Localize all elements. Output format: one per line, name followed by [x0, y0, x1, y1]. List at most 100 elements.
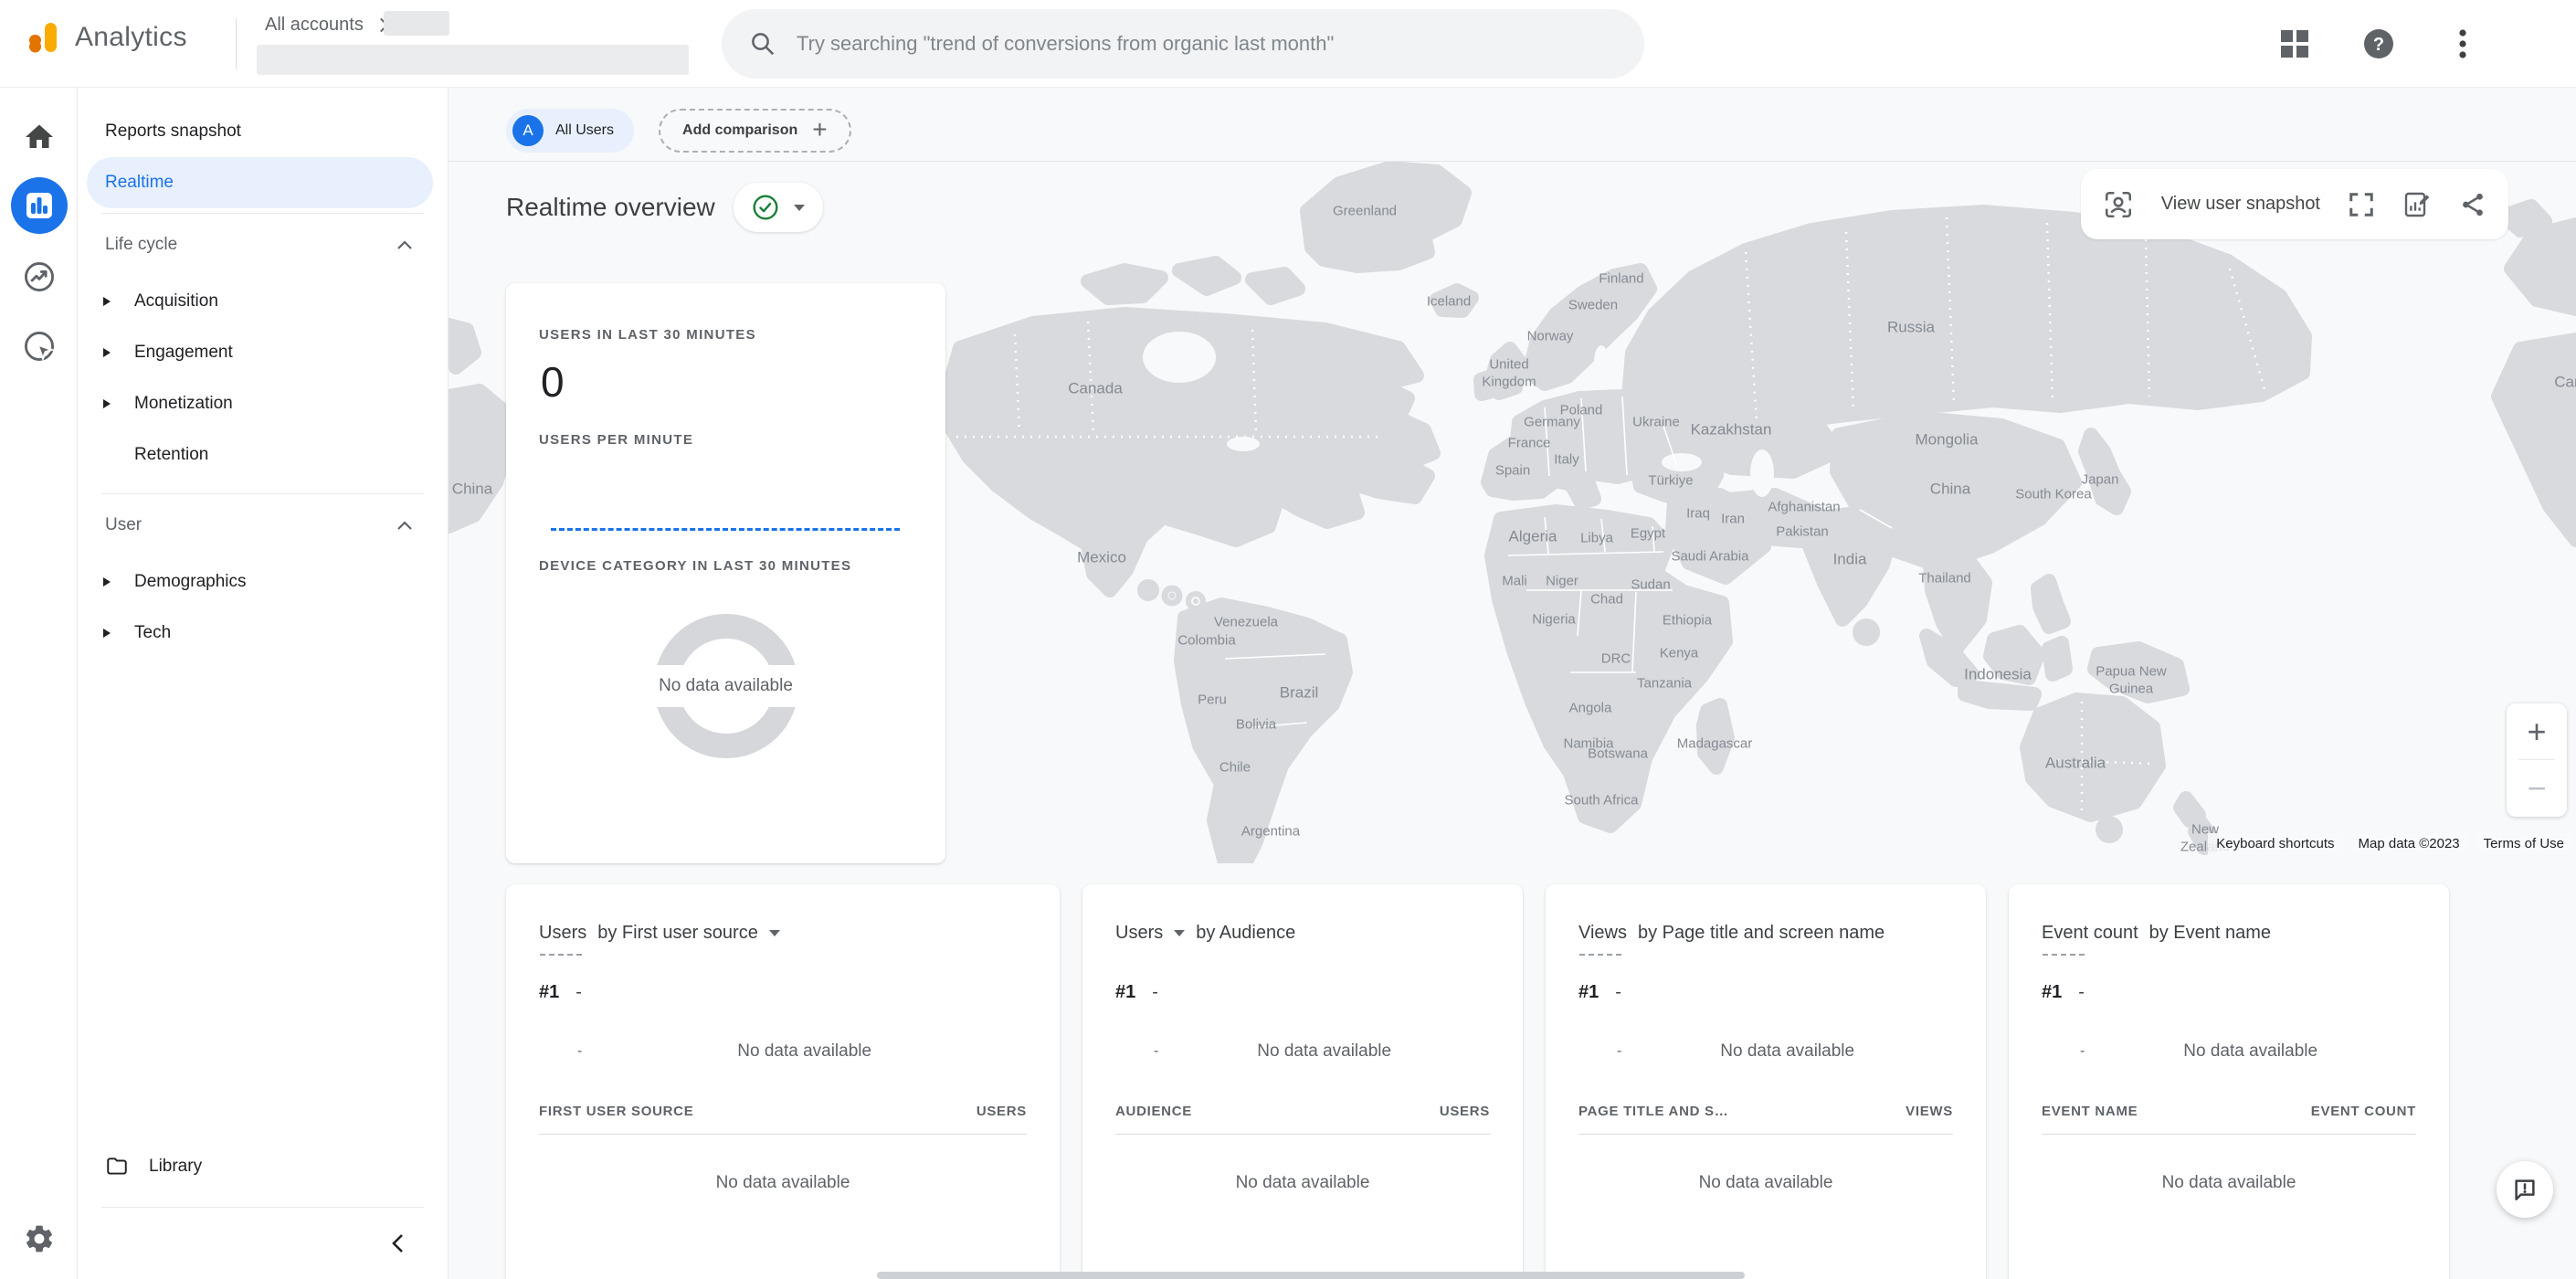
- map-country-label: Norway: [1527, 329, 1574, 346]
- search-input[interactable]: [797, 32, 1617, 56]
- table-header-row: AUDIENCEUSERS: [1115, 1104, 1490, 1119]
- expand-arrow-icon[interactable]: [103, 629, 111, 638]
- card-metric-label[interactable]: Views: [1578, 923, 1627, 944]
- sidebar-item-demographics[interactable]: Demographics: [78, 556, 448, 608]
- map-country-label: Türkiye: [1648, 473, 1693, 491]
- home-icon[interactable]: [0, 121, 78, 153]
- account-name-redacted[interactable]: [384, 11, 449, 36]
- card-title[interactable]: Event countby Event name: [2042, 923, 2416, 944]
- feedback-button[interactable]: [2497, 1161, 2553, 1218]
- page-title: Realtime overview: [506, 193, 715, 222]
- fullscreen-icon[interactable]: [2348, 191, 2375, 218]
- map-country-label: Algeria: [1509, 526, 1557, 545]
- all-users-comparison-chip[interactable]: A All Users: [506, 109, 634, 153]
- dimension-placeholder: -: [1617, 1043, 1621, 1060]
- appbar-divider: [236, 18, 237, 69]
- sidebar-item-reports-snapshot[interactable]: Reports snapshot: [78, 106, 448, 157]
- top-rank-row: #1-: [1115, 982, 1490, 1003]
- admin-gear-icon[interactable]: [0, 1222, 78, 1255]
- map-country-label: DRC: [1601, 651, 1631, 669]
- sidebar-item-realtime-active[interactable]: Realtime: [87, 157, 433, 208]
- map-country-label: Bolivia: [1236, 717, 1276, 735]
- map-country-label: Canada: [1068, 378, 1123, 397]
- header-divider: [449, 161, 2576, 162]
- retention-label: Retention: [134, 445, 208, 465]
- breadcrumb-all-accounts[interactable]: All accounts: [265, 15, 364, 36]
- dimension-column-header: EVENT NAME: [2042, 1104, 2138, 1119]
- engagement-label: Engagement: [134, 343, 233, 363]
- map-zoom-out-button[interactable]: −: [2527, 760, 2546, 816]
- analytics-logo-icon[interactable]: [20, 16, 62, 58]
- user-snapshot-icon[interactable]: [2103, 189, 2134, 220]
- report-status-dropdown[interactable]: [734, 183, 823, 232]
- nav-section-life-cycle[interactable]: Life cycle: [78, 214, 448, 276]
- collapse-nav-button[interactable]: [78, 1208, 448, 1279]
- table-header-row: PAGE TITLE AND S… VIEWS: [1578, 1104, 1953, 1119]
- sidebar-item-retention[interactable]: Retention: [78, 429, 448, 481]
- sidebar-item-engagement[interactable]: Engagement: [78, 327, 448, 378]
- card-metric-label[interactable]: Users: [539, 923, 586, 944]
- caret-down-icon[interactable]: [1174, 930, 1185, 936]
- expand-arrow-icon[interactable]: [103, 577, 111, 587]
- map-country-label: Colombia: [1177, 633, 1235, 650]
- map-country-label: Kazakhstan: [1691, 419, 1772, 439]
- dimension-column-header: PAGE TITLE AND S…: [1578, 1104, 1728, 1119]
- sidebar-item-tech[interactable]: Tech: [78, 608, 448, 659]
- life-cycle-label: Life cycle: [105, 235, 177, 255]
- expand-arrow-icon[interactable]: [103, 399, 111, 408]
- map-country-label: Niger: [1546, 574, 1578, 591]
- rank-badge: #1: [539, 982, 559, 1003]
- map-country-label: Russia: [1887, 317, 1935, 336]
- property-selector-redacted[interactable]: [257, 45, 689, 75]
- card-metric-label[interactable]: Event count: [2042, 923, 2138, 944]
- card-title[interactable]: Viewsby Page title and screen name: [1578, 923, 1953, 944]
- share-icon[interactable]: [2459, 191, 2486, 218]
- breadcrumb[interactable]: All accounts: [265, 15, 386, 36]
- expand-arrow-icon[interactable]: [103, 297, 111, 306]
- card-title[interactable]: Usersby Audience: [1115, 923, 1490, 944]
- gmp-apps-icon[interactable]: [2273, 22, 2317, 66]
- realtime-summary-card: USERS IN LAST 30 MINUTES 0 USERS PER MIN…: [506, 283, 945, 863]
- more-vert-icon[interactable]: [2441, 22, 2485, 66]
- sidebar-item-acquisition[interactable]: Acquisition: [78, 276, 448, 327]
- map-country-label: Iceland: [1427, 294, 1471, 312]
- card-dimension-label: by First user source: [597, 923, 758, 944]
- nav-section-user[interactable]: User: [78, 494, 448, 556]
- sidebar-item-monetization[interactable]: Monetization: [78, 378, 448, 429]
- device-category-donut: No data available: [654, 614, 798, 758]
- sidebar-item-library[interactable]: Library: [78, 1141, 448, 1192]
- view-user-snapshot-label[interactable]: View user snapshot: [2161, 194, 2320, 215]
- help-icon[interactable]: ?: [2357, 22, 2401, 66]
- realtime-dimension-card: Viewsby Page title and screen name#1--No…: [1546, 884, 1986, 1279]
- app-bar: Analytics All accounts ?: [0, 0, 2576, 88]
- table-divider: [1578, 1134, 1953, 1135]
- map-country-label: India: [1833, 549, 1867, 568]
- keyboard-shortcuts-link[interactable]: Keyboard shortcuts: [2208, 833, 2342, 854]
- top-rank-row: #1-: [2042, 982, 2416, 1003]
- sidebar-rail: [0, 88, 78, 1279]
- card-title[interactable]: Users by First user source: [539, 923, 1027, 944]
- map-zoom-in-button[interactable]: +: [2527, 703, 2546, 759]
- chevron-left-icon: [391, 1233, 404, 1253]
- map-country-label: Afghanistan: [1768, 500, 1840, 517]
- product-name[interactable]: Analytics: [75, 22, 187, 53]
- map-country-label: Nigeria: [1532, 612, 1576, 629]
- reports-icon[interactable]: [0, 177, 78, 234]
- terms-of-use-link[interactable]: Terms of Use: [2476, 833, 2572, 854]
- metric-column-header: EVENT COUNT: [2311, 1104, 2416, 1119]
- customize-report-icon[interactable]: [2402, 190, 2432, 219]
- rank-value: -: [1615, 982, 1621, 1003]
- explore-icon[interactable]: [0, 259, 78, 294]
- caret-down-icon: [794, 205, 805, 211]
- metric-column-header: VIEWS: [1906, 1104, 1953, 1119]
- card-metric-label[interactable]: Users: [1115, 923, 1163, 944]
- caret-down-icon[interactable]: [769, 930, 780, 936]
- horizontal-scrollbar-thumb[interactable]: [877, 1272, 1745, 1279]
- add-comparison-button[interactable]: Add comparison +: [659, 109, 851, 153]
- top-rank-row: #1-: [539, 982, 1027, 1003]
- table-header-row: FIRST USER SOURCEUSERS: [539, 1104, 1027, 1119]
- search-bar[interactable]: [722, 9, 1644, 79]
- table-no-data-label: No data available: [1578, 1173, 1953, 1193]
- advertising-icon[interactable]: [0, 329, 78, 364]
- expand-arrow-icon[interactable]: [103, 348, 111, 357]
